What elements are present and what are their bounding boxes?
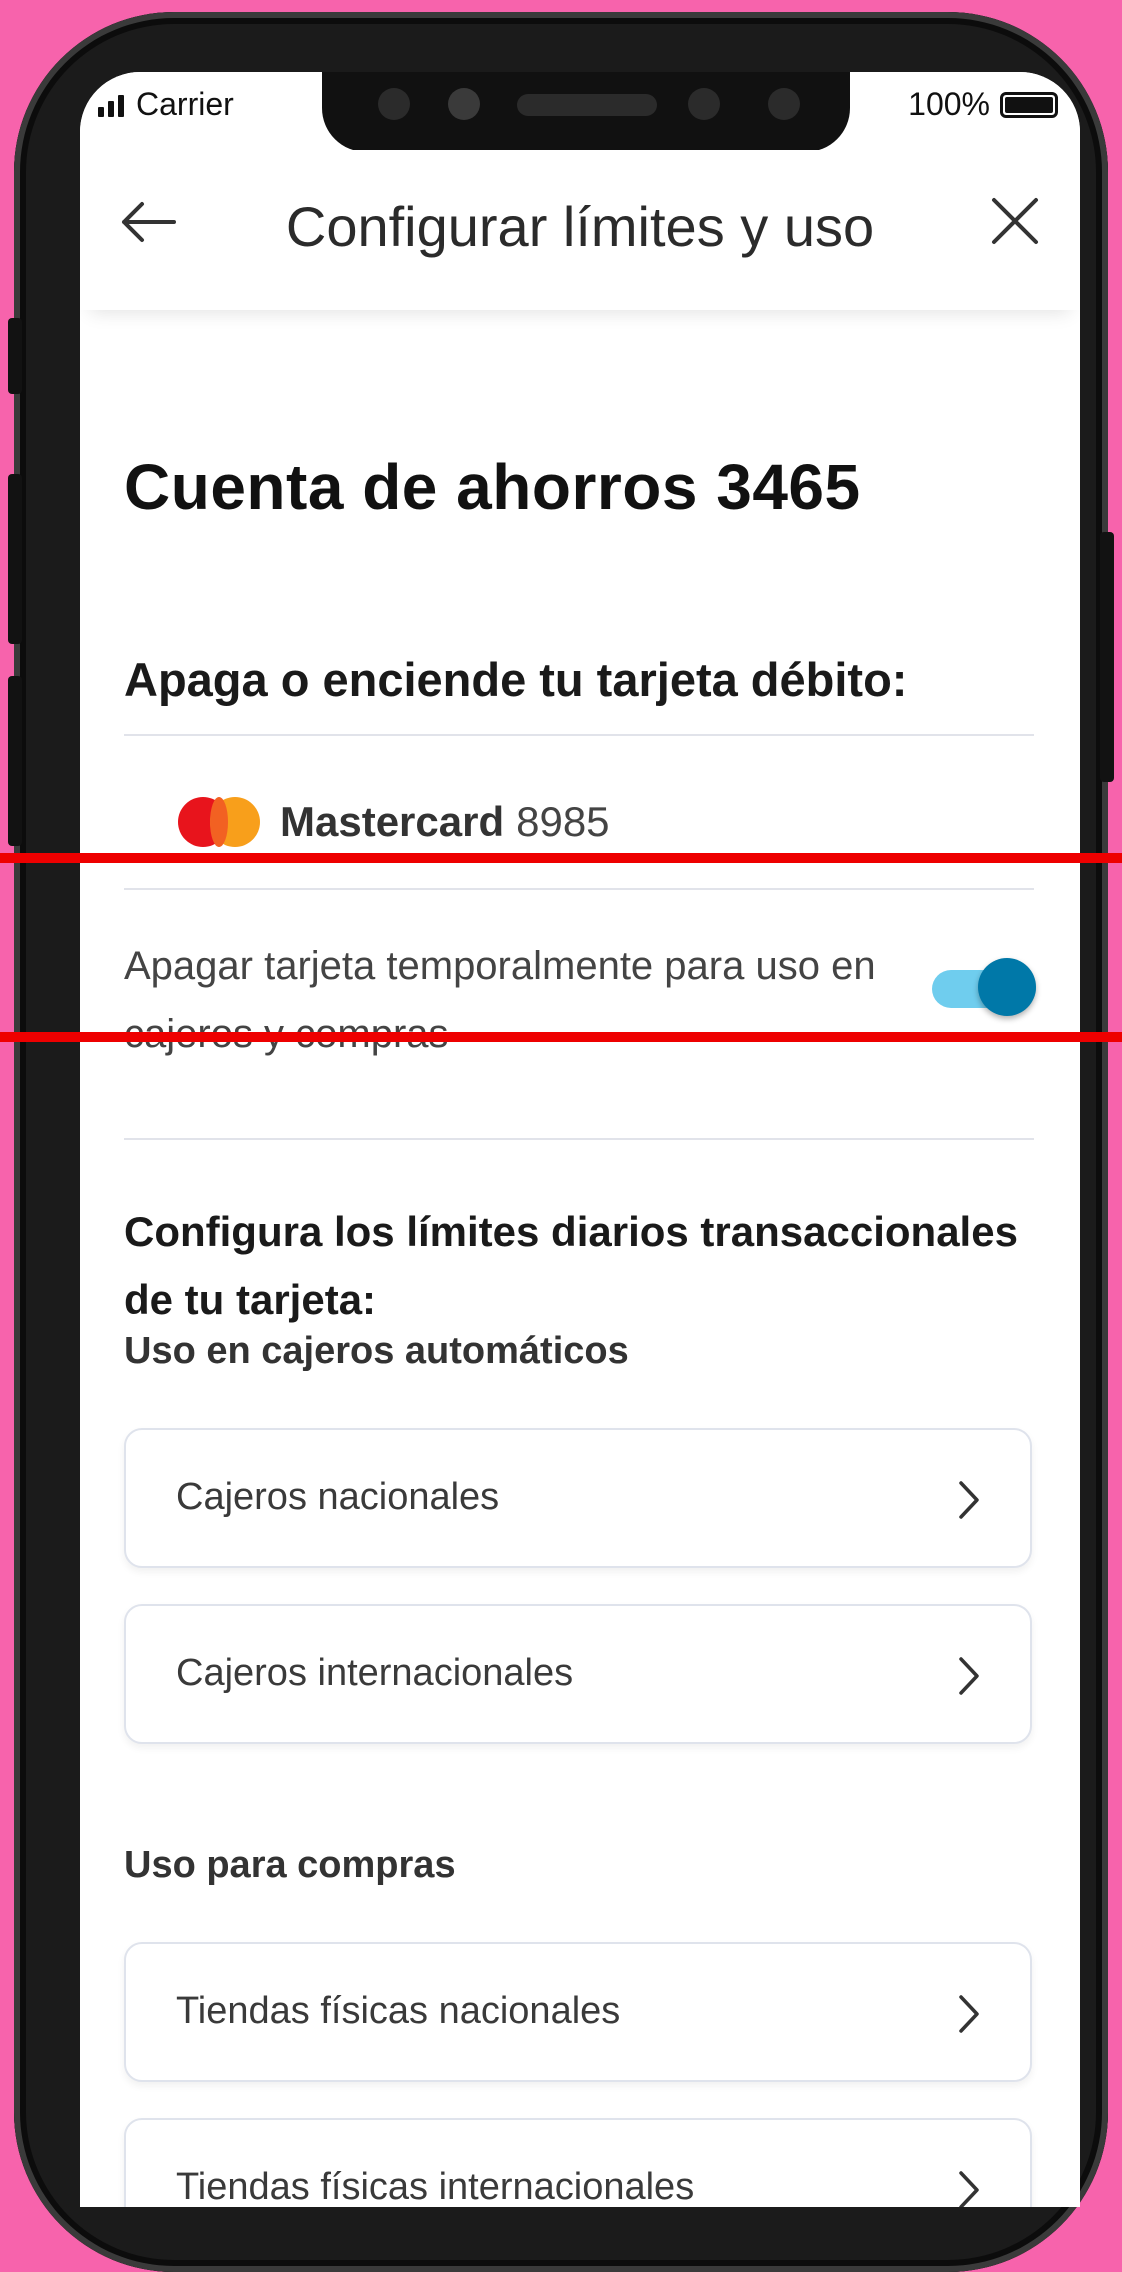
phone-frame: Carrier 100% Configurar límites y uso Cu… [8, 12, 1114, 2272]
divider [124, 1138, 1034, 1140]
highlight-line-top [0, 853, 1122, 863]
purchase-subheading: Uso para compras [124, 1844, 456, 1886]
mastercard-logo [178, 797, 260, 847]
list-item-label: Cajeros nacionales [176, 1476, 500, 1518]
list-item-label: Tiendas físicas internacionales [176, 2166, 695, 2207]
chevron-right-icon [959, 1657, 979, 1695]
sensor-icon [448, 88, 480, 120]
camera-icon [378, 88, 410, 120]
card-row: Mastercard 8985 [178, 792, 610, 852]
sensor-icon [688, 88, 720, 120]
chevron-right-icon [959, 2171, 979, 2207]
list-item-national-atm[interactable]: Cajeros nacionales [124, 1428, 1032, 1568]
carrier-name: Carrier [136, 86, 234, 122]
list-item-national-stores[interactable]: Tiendas físicas nacionales [124, 1942, 1032, 2082]
chevron-right-icon [959, 1481, 979, 1519]
close-icon[interactable] [990, 196, 1040, 246]
side-button [1100, 532, 1114, 782]
top-app-bar: Configurar límites y uso [80, 150, 1080, 310]
side-button [8, 474, 22, 644]
list-item-label: Tiendas físicas nacionales [176, 1990, 621, 2032]
account-title: Cuenta de ahorros 3465 [124, 451, 861, 523]
list-item-international-atm[interactable]: Cajeros internacionales [124, 1604, 1032, 1744]
limits-section-heading: Configura los límites diarios transaccio… [124, 1208, 1018, 1323]
list-item-label: Cajeros internacionales [176, 1652, 574, 1694]
battery-icon [1000, 91, 1058, 118]
highlight-line-bottom [0, 1032, 1122, 1042]
speaker-grill [517, 94, 657, 116]
card-lock-toggle[interactable] [932, 958, 1036, 1018]
divider [124, 734, 1034, 736]
camera-icon [768, 88, 800, 120]
debit-section-heading: Apaga o enciende tu tarjeta débito: [124, 653, 908, 706]
atm-subheading: Uso en cajeros automáticos [124, 1330, 629, 1372]
card-number: 8985 [516, 798, 610, 845]
battery-indicator: 100% [908, 86, 1058, 123]
card-brand: Mastercard [280, 798, 505, 845]
signal-icon [98, 93, 124, 117]
back-arrow-icon[interactable] [120, 198, 176, 246]
side-button [8, 318, 22, 394]
battery-percent: 100% [908, 86, 990, 122]
page-title: Configurar límites y uso [285, 195, 875, 258]
divider [124, 888, 1034, 890]
toggle-knob [978, 958, 1036, 1016]
app-screen: Carrier 100% Configurar límites y uso Cu… [80, 72, 1080, 2207]
toggle-label: Apagar tarjeta temporalmente para uso en… [124, 944, 876, 1056]
phone-notch [322, 72, 850, 152]
side-button [8, 676, 22, 846]
carrier-indicator: Carrier [98, 86, 234, 123]
chevron-right-icon [959, 1995, 979, 2033]
list-item-international-stores[interactable]: Tiendas físicas internacionales [124, 2118, 1032, 2207]
